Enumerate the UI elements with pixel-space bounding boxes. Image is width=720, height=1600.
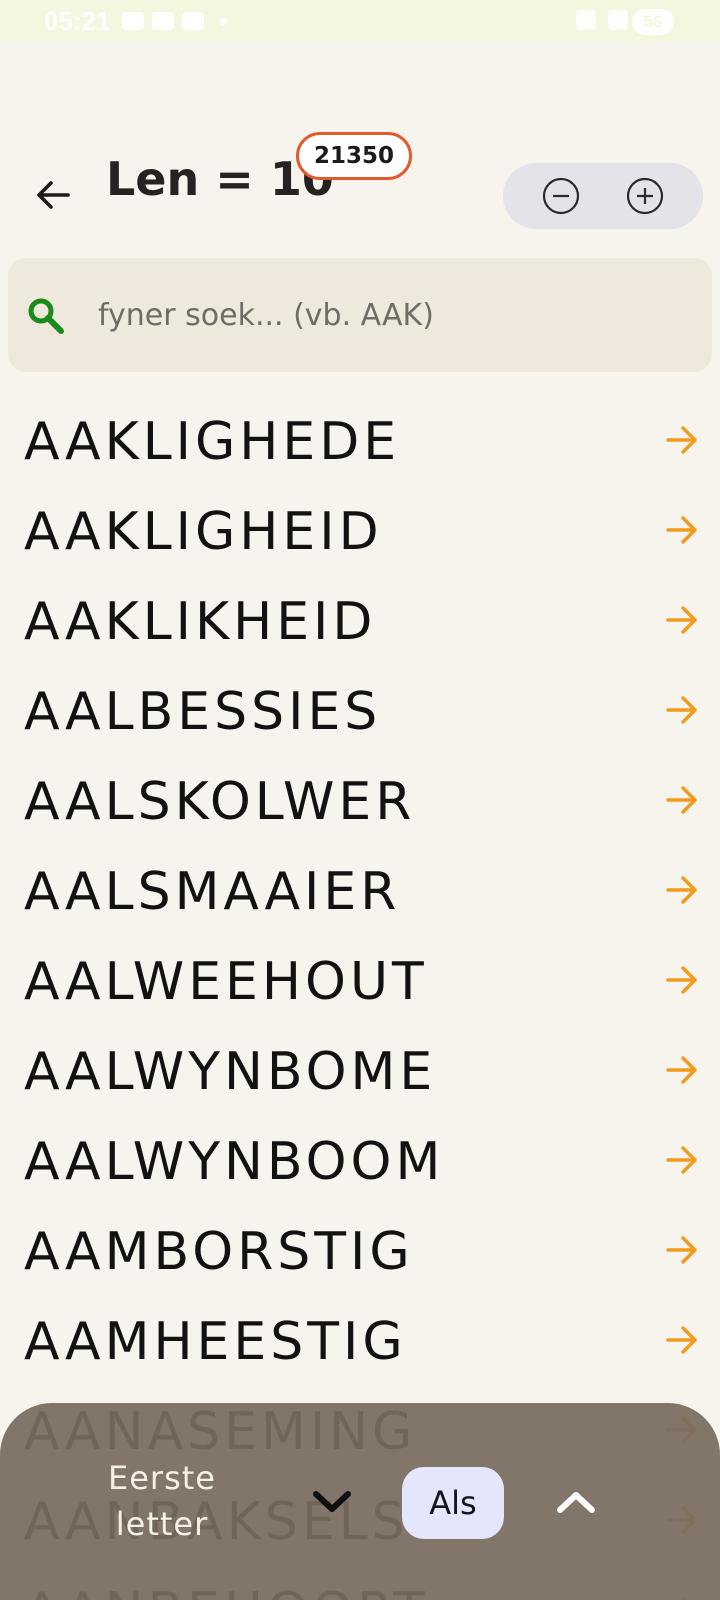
arrow-right-icon xyxy=(666,966,697,994)
arrow-right-icon xyxy=(666,1236,697,1264)
screenshot-icon xyxy=(122,12,144,30)
status-time: 05:21 xyxy=(44,6,111,36)
word-list-item[interactable]: AAMBORSTIG xyxy=(0,1210,720,1300)
word-list-item[interactable]: AAMHEESTIG xyxy=(0,1300,720,1390)
arrow-right-icon xyxy=(666,606,697,634)
mute-icon xyxy=(576,10,596,30)
first-letter-label-line1: Eerste xyxy=(108,1459,216,1497)
word-list-item[interactable]: AALSMAAIER xyxy=(0,850,720,940)
word-text: AAKLIGHEID xyxy=(24,502,383,562)
word-text: AAKLIKHEID xyxy=(24,592,377,652)
letter-filter-panel: Eerste letter Als xyxy=(0,1403,720,1600)
minus-circle-icon xyxy=(542,177,580,215)
more-notifications-icon xyxy=(220,17,227,25)
back-button[interactable] xyxy=(30,172,76,218)
word-count-badge: 21350 xyxy=(296,132,412,180)
word-text: AALSMAAIER xyxy=(24,862,401,922)
word-text: AAKLIGHEDE xyxy=(24,412,401,472)
word-list-item[interactable]: AAKLIGHEID xyxy=(0,490,720,580)
first-letter-label-line2: letter xyxy=(115,1505,209,1543)
first-letter-label: Eerste letter xyxy=(84,1455,240,1547)
search-icon xyxy=(28,298,64,334)
youtube-icon xyxy=(182,12,204,30)
word-text: AALWYNBOOM xyxy=(24,1132,445,1192)
word-list-item[interactable]: AAKLIGHEDE xyxy=(0,400,720,490)
plus-circle-icon xyxy=(626,177,664,215)
arrow-right-icon xyxy=(666,876,697,904)
search-input[interactable] xyxy=(98,288,688,342)
chevron-down-icon[interactable] xyxy=(310,1487,354,1517)
zoom-in-button[interactable] xyxy=(625,176,665,216)
battery-indicator: 56 xyxy=(632,9,674,35)
zoom-out-button[interactable] xyxy=(541,176,581,216)
arrow-right-icon xyxy=(666,1326,697,1354)
arrow-left-icon xyxy=(37,181,70,209)
notification-icons xyxy=(122,12,227,30)
arrow-right-icon xyxy=(666,426,697,454)
word-list-item[interactable]: AALWYNBOOM xyxy=(0,1120,720,1210)
word-list-item[interactable]: AALWEEHOUT xyxy=(0,940,720,1030)
chevron-up-icon[interactable] xyxy=(554,1487,598,1517)
word-list-item[interactable]: AAKLIKHEID xyxy=(0,580,720,670)
wifi-icon xyxy=(608,10,628,30)
word-text: AALWYNBOME xyxy=(24,1042,437,1102)
word-text: AAMBORSTIG xyxy=(24,1222,414,1282)
status-bar: 05:21 56 xyxy=(0,0,720,42)
word-text: AALBESSIES xyxy=(24,682,382,742)
arrow-right-icon xyxy=(666,516,697,544)
youtube-icon xyxy=(152,12,174,30)
word-text: AALWEEHOUT xyxy=(24,952,428,1012)
arrow-right-icon xyxy=(666,786,697,814)
search-bar xyxy=(8,258,712,372)
word-list-item[interactable]: AALWYNBOME xyxy=(0,1030,720,1120)
word-text: AALSKOLWER xyxy=(24,772,416,832)
word-text: AAMHEESTIG xyxy=(24,1312,407,1372)
arrow-right-icon xyxy=(666,1056,697,1084)
word-list-item[interactable]: AALBESSIES xyxy=(0,670,720,760)
selected-letter-chip[interactable]: Als xyxy=(402,1467,504,1539)
arrow-right-icon xyxy=(666,696,697,724)
arrow-right-icon xyxy=(666,1146,697,1174)
word-list-item[interactable]: AALSKOLWER xyxy=(0,760,720,850)
zoom-controls xyxy=(503,163,703,229)
